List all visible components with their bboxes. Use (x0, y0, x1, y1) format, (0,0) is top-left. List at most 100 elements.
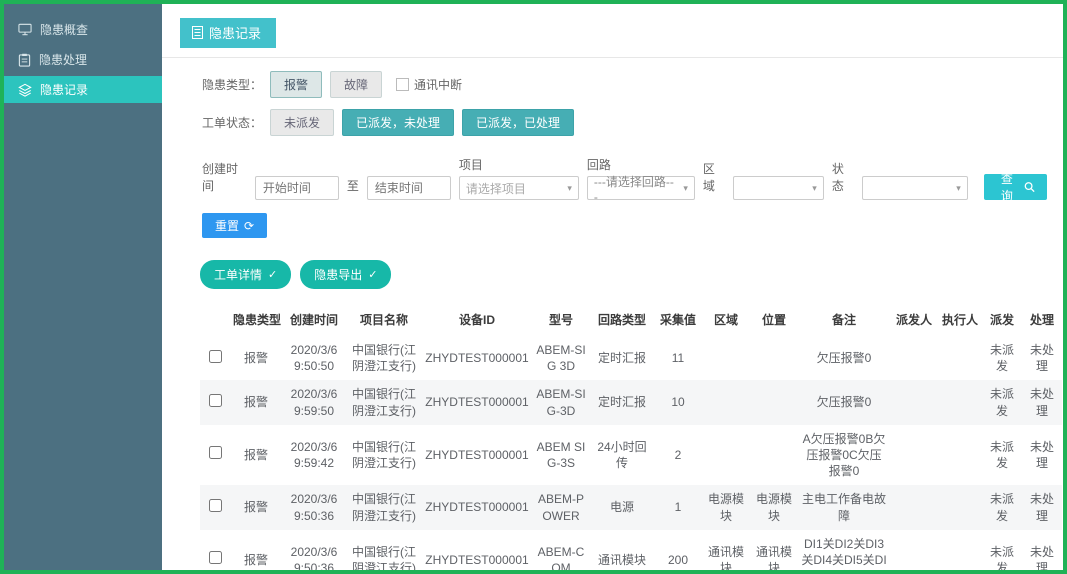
sidebar-item-label: 隐患记录 (40, 81, 88, 98)
to-label: 至 (347, 177, 359, 194)
table-cell: 未处理 (1022, 485, 1062, 529)
hazard-type-buttons: 报警故障 (270, 71, 382, 98)
table-cell (750, 380, 798, 424)
column-header: 项目名称 (346, 303, 422, 336)
hazard-export-button[interactable]: 隐患导出 ✓ (300, 260, 391, 289)
checkbox-column-header (200, 303, 230, 336)
table-cell: 未派发 (982, 425, 1022, 486)
area-select[interactable]: ▾ (733, 176, 824, 200)
order-detail-label: 工单详情 (214, 266, 262, 283)
row-checkbox-cell (200, 336, 230, 380)
table-cell: 通讯模块 (750, 530, 798, 570)
table-cell: ZHYDTEST000001 (422, 530, 532, 570)
hazard-table: 隐患类型创建时间项目名称设备ID型号回路类型采集值区域位置备注派发人执行人派发处… (200, 303, 1062, 570)
comm-interrupt-label: 通讯中断 (414, 76, 462, 93)
table-row: 报警2020/3/6 9:59:50中国银行(江阴澄江支行)ZHYDTEST00… (200, 380, 1062, 424)
project-select[interactable]: 请选择项目 ▾ (459, 176, 579, 200)
comm-interrupt-checkbox[interactable] (396, 78, 409, 91)
search-button[interactable]: 查询 (984, 174, 1047, 200)
row-checkbox[interactable] (209, 551, 222, 564)
row-checkbox[interactable] (209, 350, 222, 363)
column-header: 回路类型 (590, 303, 654, 336)
sidebar-item-label: 隐患概查 (40, 21, 88, 38)
loop-label: 回路 (587, 156, 695, 173)
sidebar-item-inactive[interactable]: 隐患处理 (4, 46, 162, 73)
table-row: 报警2020/3/6 9:59:42中国银行(江阴澄江支行)ZHYDTEST00… (200, 425, 1062, 486)
document-icon (192, 26, 203, 39)
chevron-down-icon: ▾ (683, 183, 688, 194)
table-cell: 2020/3/6 9:50:36 (282, 530, 346, 570)
table-cell (938, 336, 982, 380)
hazard-type-button[interactable]: 故障 (330, 71, 382, 98)
table-cell: 欠压报警0 (798, 336, 890, 380)
column-header: 处理 (1022, 303, 1062, 336)
table-cell: 未派发 (982, 380, 1022, 424)
start-time-input[interactable] (255, 176, 339, 200)
order-status-button[interactable]: 未派发 (270, 109, 334, 136)
hazard-table-body: 报警2020/3/6 9:50:50中国银行(江阴澄江支行)ZHYDTEST00… (200, 336, 1062, 570)
table-cell: 通讯模块 (590, 530, 654, 570)
sidebar: 隐患概查隐患处理隐患记录 (4, 4, 162, 570)
column-header: 位置 (750, 303, 798, 336)
page-header: 隐患记录 (162, 4, 1063, 58)
column-header: 采集值 (654, 303, 702, 336)
loop-select-group: 回路 ---请选择回路--- ▾ (587, 156, 695, 200)
table-cell (938, 485, 982, 529)
row-checkbox[interactable] (209, 446, 222, 459)
column-header: 执行人 (938, 303, 982, 336)
search-icon (1024, 181, 1035, 193)
reset-button[interactable]: 重置 ⟳ (202, 213, 267, 238)
sidebar-item-inactive[interactable]: 隐患概查 (4, 16, 162, 43)
row-checkbox[interactable] (209, 499, 222, 512)
page-title: 隐患记录 (180, 18, 276, 48)
table-cell: ABEM-COM (532, 530, 590, 570)
state-select[interactable]: ▾ (862, 176, 968, 200)
table-cell: 通讯模块 (702, 530, 750, 570)
order-status-buttons: 未派发已派发，未处理已派发，已处理 (270, 109, 574, 136)
table-cell: 中国银行(江阴澄江支行) (346, 485, 422, 529)
loop-select-value: ---请选择回路--- (594, 173, 677, 204)
main-content: 隐患记录 隐患类型： 报警故障 通讯中断 工单状态： 未派发已派发，未处理已派发… (162, 4, 1063, 570)
table-cell: 2 (654, 425, 702, 486)
table-cell: 未处理 (1022, 425, 1062, 486)
order-detail-button[interactable]: 工单详情 ✓ (200, 260, 291, 289)
table-cell (890, 425, 938, 486)
hazard-type-row: 隐患类型： 报警故障 通讯中断 (202, 71, 1047, 98)
table-cell (938, 425, 982, 486)
table-cell (702, 380, 750, 424)
table-cell: ZHYDTEST000001 (422, 336, 532, 380)
table-cell: 未处理 (1022, 336, 1062, 380)
table-row: 报警2020/3/6 9:50:36中国银行(江阴澄江支行)ZHYDTEST00… (200, 530, 1062, 570)
row-checkbox[interactable] (209, 394, 222, 407)
layers-icon (18, 83, 32, 97)
order-status-button[interactable]: 已派发，已处理 (462, 109, 574, 136)
table-row: 报警2020/3/6 9:50:50中国银行(江阴澄江支行)ZHYDTEST00… (200, 336, 1062, 380)
row-checkbox-cell (200, 530, 230, 570)
time-filter-row: 创建时间 至 项目 请选择项目 ▾ 回路 ---请选择回路--- ▾ (202, 156, 1047, 200)
app-window: 隐患概查隐患处理隐患记录 隐患记录 隐患类型： 报警故障 通讯中断 (4, 4, 1063, 570)
table-cell: ABEM-SIG-3D (532, 380, 590, 424)
table-cell: 报警 (230, 530, 282, 570)
table-cell: 2020/3/6 9:50:36 (282, 485, 346, 529)
column-header: 设备ID (422, 303, 532, 336)
table-cell: 报警 (230, 425, 282, 486)
table-cell: 未派发 (982, 530, 1022, 570)
chevron-down-icon: ▾ (956, 183, 961, 194)
table-cell: ZHYDTEST000001 (422, 380, 532, 424)
create-time-label: 创建时间 (202, 160, 247, 194)
monitor-icon (18, 23, 32, 36)
page-title-text: 隐患记录 (209, 23, 261, 42)
table-cell: 10 (654, 380, 702, 424)
sidebar-item-active[interactable]: 隐患记录 (4, 76, 162, 103)
hazard-type-button[interactable]: 报警 (270, 71, 322, 98)
table-cell: 中国银行(江阴澄江支行) (346, 530, 422, 570)
table-cell: ZHYDTEST000001 (422, 425, 532, 486)
table-cell (702, 336, 750, 380)
end-time-input[interactable] (367, 176, 451, 200)
loop-select[interactable]: ---请选择回路--- ▾ (587, 176, 695, 200)
order-status-button[interactable]: 已派发，未处理 (342, 109, 454, 136)
state-label: 状态 (832, 160, 854, 194)
order-status-label: 工单状态： (202, 114, 262, 131)
column-header: 隐患类型 (230, 303, 282, 336)
table-cell: ABEM-POWER (532, 485, 590, 529)
